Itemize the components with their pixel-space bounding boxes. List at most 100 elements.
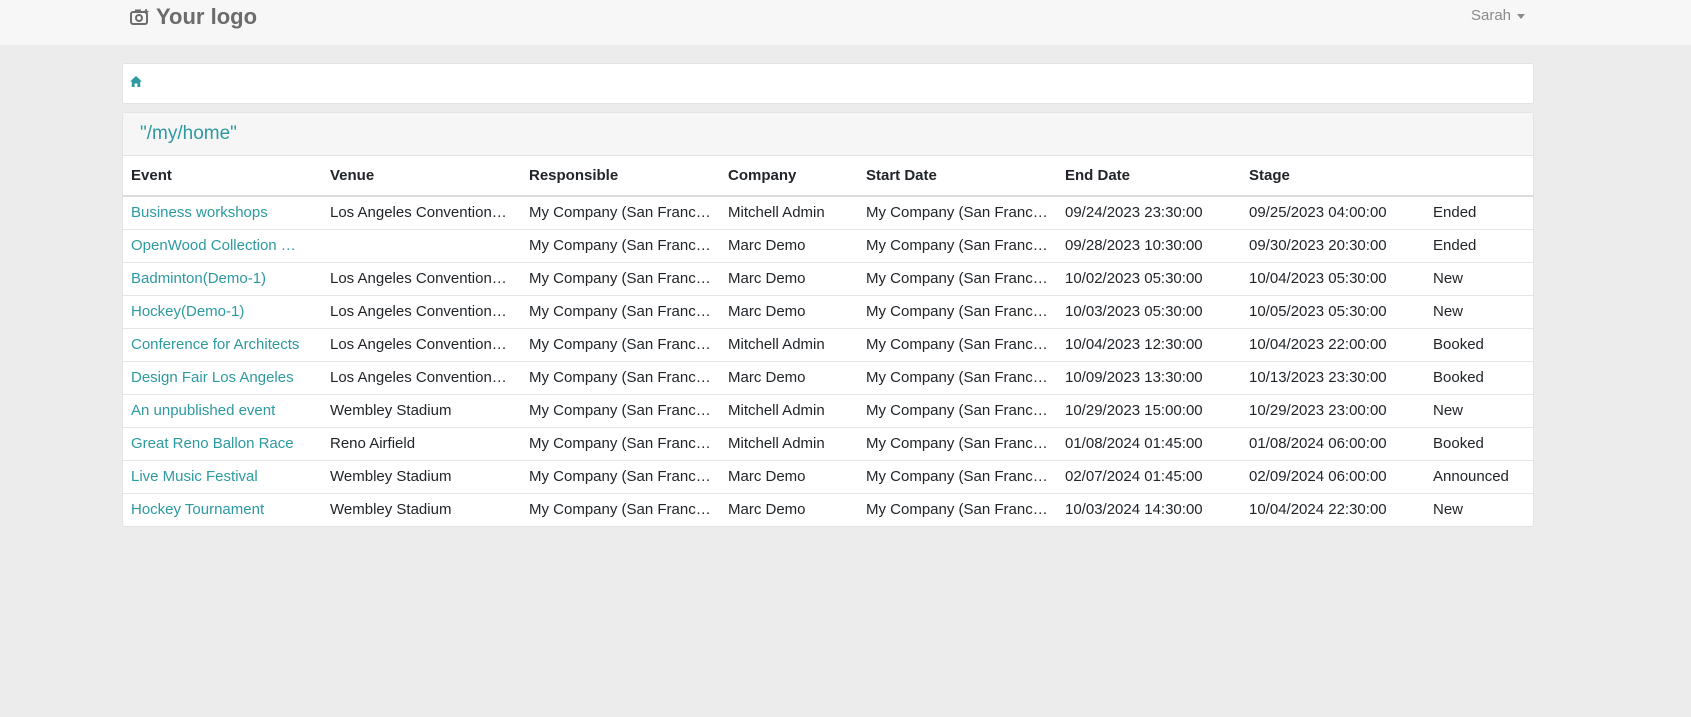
responsible-cell: My Company (San Franc… bbox=[521, 426, 720, 460]
venue-cell: Los Angeles Convention… bbox=[322, 261, 521, 295]
company-cell: Marc Demo bbox=[720, 294, 858, 328]
camera-icon bbox=[130, 8, 150, 26]
start-date-cell: My Company (San Franc… bbox=[866, 204, 1048, 222]
status-cell: Booked bbox=[1425, 327, 1533, 361]
home-icon[interactable] bbox=[129, 75, 143, 92]
table-row: Hockey(Demo-1) Los Angeles Convention… M… bbox=[123, 294, 1533, 328]
event-link[interactable]: Business workshops bbox=[123, 196, 322, 229]
responsible-cell: My Company (San Franc… bbox=[521, 360, 720, 394]
responsible-cell: My Company (San Franc… bbox=[521, 459, 720, 493]
start-date-cell: My Company (San Franc… bbox=[858, 294, 1057, 328]
start-date-cell: My Company (San Franc… bbox=[858, 228, 1057, 262]
event-link[interactable]: Badminton(Demo-1) bbox=[123, 261, 322, 295]
end-date-cell: 10/29/2023 15:00:00 bbox=[1057, 393, 1241, 427]
page-title: "/my/home" bbox=[140, 123, 237, 144]
status-cell: New bbox=[1425, 492, 1533, 526]
company-cell: Marc Demo bbox=[720, 261, 858, 295]
column-header-event: Event bbox=[123, 156, 322, 197]
table-row: OpenWood Collection … My Company (San Fr… bbox=[123, 228, 1533, 262]
event-link[interactable]: OpenWood Collection … bbox=[123, 228, 322, 262]
end-date-cell: 01/08/2024 01:45:00 bbox=[1057, 426, 1241, 460]
end-date-cell: 10/04/2023 12:30:00 bbox=[1057, 327, 1241, 361]
stage-cell: 01/08/2024 06:00:00 bbox=[1241, 426, 1425, 460]
event-link[interactable]: Hockey(Demo-1) bbox=[123, 294, 322, 328]
company-cell: Mitchell Admin bbox=[720, 426, 858, 460]
company-cell: Mitchell Admin bbox=[720, 327, 858, 361]
table-row: An unpublished event Wembley Stadium My … bbox=[123, 393, 1533, 427]
company-cell: Marc Demo bbox=[720, 228, 858, 262]
stage-cell: 09/30/2023 20:30:00 bbox=[1241, 228, 1425, 262]
company-cell: Marc Demo bbox=[720, 492, 858, 526]
events-card: "/my/home" Event Venue Responsible Compa… bbox=[122, 112, 1534, 527]
venue-cell: Los Angeles Convention… bbox=[322, 327, 521, 361]
column-header-company: Company bbox=[720, 156, 858, 197]
user-menu-dropdown[interactable]: Sarah bbox=[1471, 7, 1526, 24]
event-link[interactable]: Design Fair Los Angeles bbox=[123, 360, 322, 394]
top-navbar: Your logo Sarah bbox=[0, 0, 1691, 45]
chevron-down-icon bbox=[1517, 14, 1526, 19]
brand-logo[interactable]: Your logo bbox=[130, 3, 257, 31]
event-link[interactable]: Hockey Tournament bbox=[123, 492, 322, 526]
responsible-cell: My Company (San Franc… bbox=[521, 228, 720, 262]
table-row: Design Fair Los Angeles Los Angeles Conv… bbox=[123, 360, 1533, 394]
status-cell: Booked bbox=[1425, 426, 1533, 460]
responsible-cell: My Company (San Franc… bbox=[521, 294, 720, 328]
responsible-cell: My Company (San Franc… bbox=[529, 204, 711, 222]
company-cell: Mitchell Admin bbox=[720, 393, 858, 427]
end-date-cell: 09/24/2023 23:30:00 bbox=[1065, 204, 1203, 222]
logo-text: Your logo bbox=[156, 4, 258, 29]
events-table: Event Venue Responsible Company Start Da… bbox=[123, 156, 1533, 526]
start-date-cell: My Company (San Franc… bbox=[858, 327, 1057, 361]
end-date-cell: 02/07/2024 01:45:00 bbox=[1057, 459, 1241, 493]
start-date-cell: My Company (San Franc… bbox=[858, 459, 1057, 493]
start-date-cell: My Company (San Franc… bbox=[858, 393, 1057, 427]
company-cell: Marc Demo bbox=[720, 360, 858, 394]
event-link[interactable]: Great Reno Ballon Race bbox=[123, 426, 322, 460]
event-link[interactable]: An unpublished event bbox=[123, 393, 322, 427]
responsible-cell: My Company (San Franc… bbox=[521, 261, 720, 295]
stage-cell: 10/05/2023 05:30:00 bbox=[1241, 294, 1425, 328]
status-cell: Ended bbox=[1425, 228, 1533, 262]
event-link[interactable]: Conference for Architects bbox=[123, 327, 322, 361]
card-header: "/my/home" bbox=[123, 113, 1533, 156]
venue-cell: Wembley Stadium bbox=[322, 459, 521, 493]
table-row: Live Music Festival Wembley Stadium My C… bbox=[123, 459, 1533, 493]
company-cell: Mitchell Admin bbox=[728, 204, 825, 222]
status-cell: New bbox=[1425, 261, 1533, 295]
column-header-status bbox=[1425, 156, 1533, 197]
responsible-cell: My Company (San Franc… bbox=[521, 393, 720, 427]
table-row: Hockey Tournament Wembley Stadium My Com… bbox=[123, 492, 1533, 526]
status-cell: New bbox=[1425, 393, 1533, 427]
responsible-cell: My Company (San Franc… bbox=[521, 492, 720, 526]
stage-cell: 10/29/2023 23:00:00 bbox=[1241, 393, 1425, 427]
column-header-venue: Venue bbox=[322, 156, 521, 197]
venue-cell: Los Angeles Convention… bbox=[322, 360, 521, 394]
end-date-cell: 09/28/2023 10:30:00 bbox=[1057, 228, 1241, 262]
venue-cell: Wembley Stadium bbox=[322, 393, 521, 427]
stage-cell: 10/04/2023 22:00:00 bbox=[1241, 327, 1425, 361]
table-row: Badminton(Demo-1) Los Angeles Convention… bbox=[123, 261, 1533, 295]
start-date-cell: My Company (San Franc… bbox=[858, 261, 1057, 295]
start-date-cell: My Company (San Franc… bbox=[858, 360, 1057, 394]
table-row: Great Reno Ballon Race Reno Airfield My … bbox=[123, 426, 1533, 460]
end-date-cell: 10/03/2024 14:30:00 bbox=[1057, 492, 1241, 526]
table-header-row: Event Venue Responsible Company Start Da… bbox=[123, 156, 1533, 197]
column-header-start-date: Start Date bbox=[858, 156, 1057, 197]
status-cell: Ended bbox=[1433, 204, 1477, 222]
venue-cell bbox=[322, 228, 521, 262]
stage-cell: 10/13/2023 23:30:00 bbox=[1241, 360, 1425, 394]
breadcrumb bbox=[122, 63, 1534, 104]
start-date-cell: My Company (San Franc… bbox=[858, 426, 1057, 460]
venue-cell: Los Angeles Convention… bbox=[322, 294, 521, 328]
stage-cell: 10/04/2024 22:30:00 bbox=[1241, 492, 1425, 526]
event-link[interactable]: Live Music Festival bbox=[123, 459, 322, 493]
status-cell: Booked bbox=[1425, 360, 1533, 394]
table-row: Business workshops Los Angeles Conventio… bbox=[123, 196, 1533, 229]
status-cell: New bbox=[1425, 294, 1533, 328]
venue-cell: Reno Airfield bbox=[322, 426, 521, 460]
column-header-end-date: End Date bbox=[1057, 156, 1241, 197]
start-date-cell: My Company (San Franc… bbox=[858, 492, 1057, 526]
responsible-cell: My Company (San Franc… bbox=[521, 327, 720, 361]
stage-cell: 10/04/2023 05:30:00 bbox=[1241, 261, 1425, 295]
table-row: Conference for Architects Los Angeles Co… bbox=[123, 327, 1533, 361]
